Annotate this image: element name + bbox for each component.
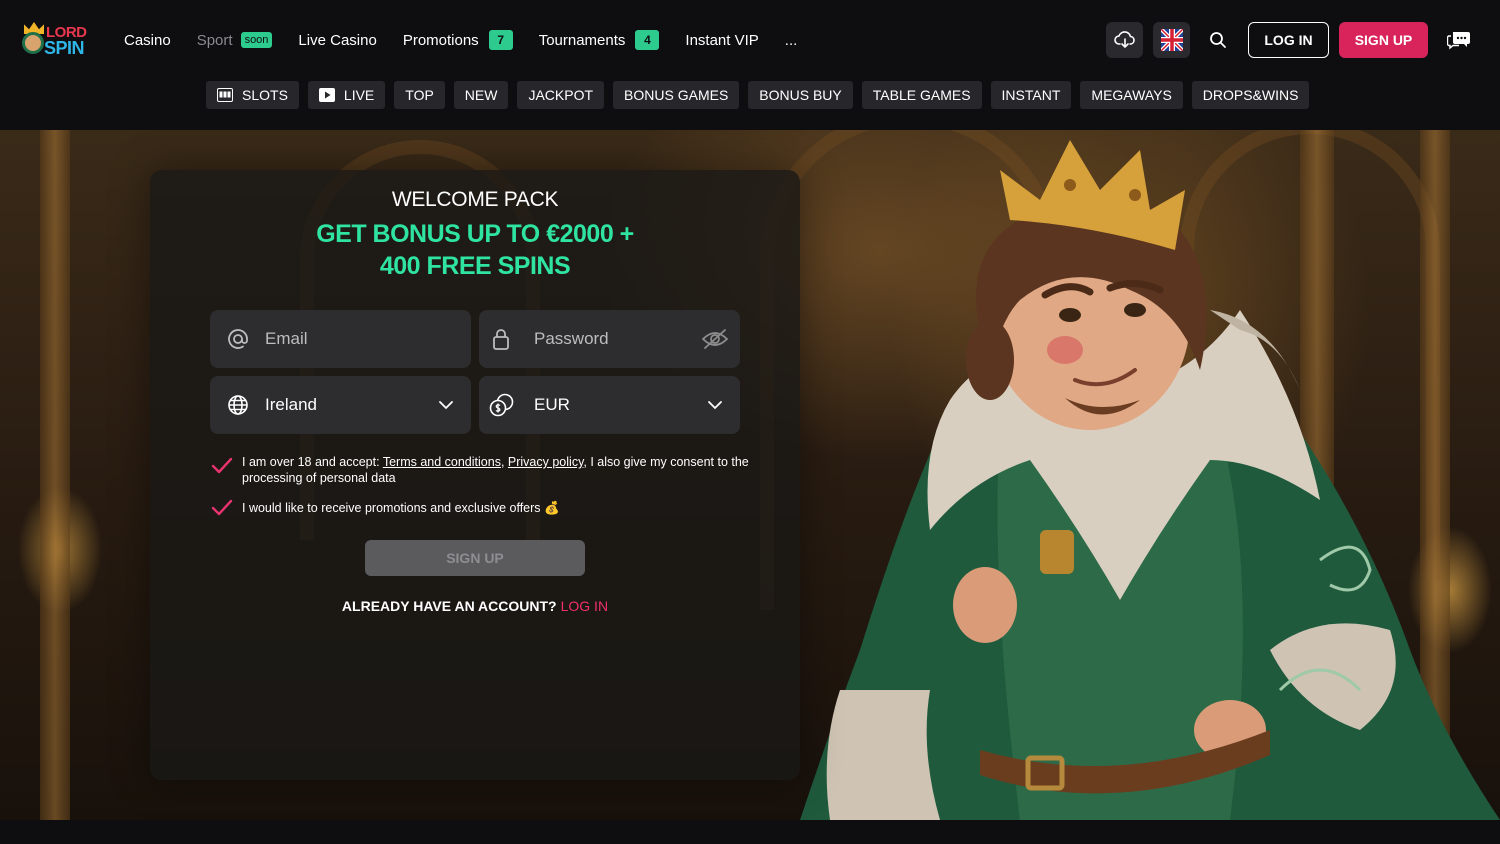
tournaments-count-badge: 4 (635, 30, 660, 50)
category-jackpot-label: JACKPOT (528, 87, 594, 103)
play-icon (318, 88, 335, 102)
currency-select[interactable]: EUR (479, 376, 740, 434)
bonus-line-2: 400 FREE SPINS (379, 252, 571, 280)
logo[interactable]: LORD SPIN (20, 22, 94, 60)
chat-button[interactable] (1446, 27, 1472, 53)
password-input[interactable] (534, 329, 684, 349)
category-bonus-buy-label: BONUS BUY (759, 87, 842, 103)
game-category-bar: SLOTS LIVE TOP NEW JACKPOT BONUS GAMES B… (206, 81, 1318, 109)
category-bonus-games-label: BONUS GAMES (624, 87, 729, 103)
category-slots[interactable]: SLOTS (206, 81, 299, 109)
promotions-count-badge: 7 (488, 30, 513, 50)
currency-value: EUR (534, 395, 570, 414)
signup-button[interactable]: SIGN UP (1339, 22, 1428, 58)
terms-consent-row: I am over 18 and accept: Terms and condi… (210, 454, 750, 486)
terms-consent-text: I am over 18 and accept: Terms and condi… (242, 454, 750, 486)
hero-banner: WELCOME PACK GET BONUS UP TO €2000 + 400… (0, 130, 1500, 820)
nav-tournaments-label: Tournaments (538, 31, 626, 49)
coins-icon (479, 393, 525, 417)
main-nav: Casino Sport soon Live Casino Promotions 7… (124, 30, 823, 50)
signup-submit-button[interactable]: SIGN UP (365, 540, 585, 576)
category-bonus-games[interactable]: BONUS GAMES (613, 81, 740, 109)
promotions-consent-row: I would like to receive promotions and e… (210, 496, 560, 520)
logo-mascot (22, 32, 44, 54)
welcome-pack-title: WELCOME PACK (391, 188, 559, 211)
already-have-account: ALREADY HAVE AN ACCOUNT? LOG IN (150, 598, 800, 614)
bottom-strip (0, 820, 1500, 844)
password-field[interactable] (479, 310, 740, 368)
promotions-consent-text: I would like to receive promotions and e… (242, 501, 560, 515)
nav-instant-vip[interactable]: Instant VIP (685, 32, 758, 49)
terms-checkbox[interactable] (210, 454, 234, 478)
nav-more-label: ... (784, 31, 798, 49)
chevron-down-icon (421, 400, 471, 410)
bonus-offer-headline: GET BONUS UP TO €2000 + 400 FREE SPINS (150, 218, 800, 282)
country-select[interactable]: Ireland (210, 376, 471, 434)
nav-casino[interactable]: Casino (124, 32, 171, 49)
nav-instant-vip-label: Instant VIP (685, 31, 759, 49)
nav-live-casino-label: Live Casino (298, 31, 377, 49)
slots-icon (217, 88, 233, 102)
at-sign-icon (210, 328, 265, 350)
email-input[interactable] (265, 329, 415, 349)
privacy-policy-link[interactable]: Privacy policy (508, 455, 583, 469)
promotions-checkbox[interactable] (210, 496, 234, 520)
category-top-label: TOP (405, 87, 434, 103)
category-instant[interactable]: INSTANT (990, 81, 1072, 109)
globe-icon (210, 394, 265, 416)
download-app-button[interactable] (1106, 22, 1143, 58)
category-live-label: LIVE (343, 87, 375, 103)
nav-live-casino[interactable]: Live Casino (298, 32, 376, 49)
category-instant-label: INSTANT (1001, 87, 1061, 103)
category-bonus-buy[interactable]: BONUS BUY (748, 81, 853, 109)
background-pillar (40, 130, 70, 820)
category-slots-label: SLOTS (242, 87, 288, 103)
category-new[interactable]: NEW (453, 81, 509, 109)
uk-flag-icon (1160, 29, 1183, 51)
consent-prefix-text: I am over 18 and accept: (242, 455, 383, 469)
header-actions: LOG IN SIGN UP (1106, 22, 1472, 58)
category-top[interactable]: TOP (394, 81, 445, 109)
soon-badge: soon (240, 32, 273, 48)
chat-icon (1447, 32, 1470, 50)
language-selector[interactable] (1153, 22, 1190, 58)
eye-off-icon (702, 329, 728, 349)
category-drops-wins[interactable]: DROPS&WINS (1191, 81, 1310, 109)
nav-promotions[interactable]: Promotions 7 (403, 30, 513, 50)
nav-more[interactable]: ... (785, 32, 798, 49)
already-account-text: ALREADY HAVE AN ACCOUNT? (341, 598, 557, 614)
bonus-line-1: GET BONUS UP TO €2000 + (316, 220, 634, 248)
nav-sport-label: Sport (196, 31, 233, 49)
category-drops-wins-label: DROPS&WINS (1202, 87, 1299, 103)
top-bar: LORD SPIN Casino Sport soon Live Casino P… (0, 0, 1500, 80)
lock-icon (481, 328, 521, 350)
cloud-download-icon (1113, 31, 1135, 48)
logo-text-line2: SPIN (44, 38, 85, 58)
registration-panel: WELCOME PACK GET BONUS UP TO €2000 + 400… (150, 170, 800, 780)
search-icon (1210, 32, 1226, 48)
category-table-games[interactable]: TABLE GAMES (861, 81, 982, 109)
category-megaways-label: MEGAWAYS (1091, 87, 1172, 103)
email-field[interactable] (210, 310, 471, 368)
search-button[interactable] (1200, 22, 1236, 58)
country-value: Ireland (265, 395, 317, 414)
nav-sport[interactable]: Sport soon (197, 32, 273, 49)
chevron-down-icon (690, 400, 740, 410)
category-megaways[interactable]: MEGAWAYS (1080, 81, 1183, 109)
terms-link[interactable]: Terms and conditions (383, 455, 501, 469)
toggle-password-visibility[interactable] (690, 329, 740, 349)
nav-tournaments[interactable]: Tournaments 4 (539, 30, 660, 50)
category-jackpot[interactable]: JACKPOT (517, 81, 605, 109)
checkmark-icon (211, 499, 233, 516)
category-new-label: NEW (464, 87, 498, 103)
category-live[interactable]: LIVE (307, 81, 386, 109)
login-button[interactable]: LOG IN (1248, 22, 1329, 58)
king-mascot-illustration (800, 140, 1500, 820)
checkmark-icon (211, 457, 233, 474)
nav-casino-label: Casino (124, 31, 171, 49)
login-link[interactable]: LOG IN (561, 598, 608, 614)
consent-comma: , (500, 455, 508, 469)
nav-promotions-label: Promotions (402, 31, 479, 49)
category-table-games-label: TABLE GAMES (872, 87, 971, 103)
